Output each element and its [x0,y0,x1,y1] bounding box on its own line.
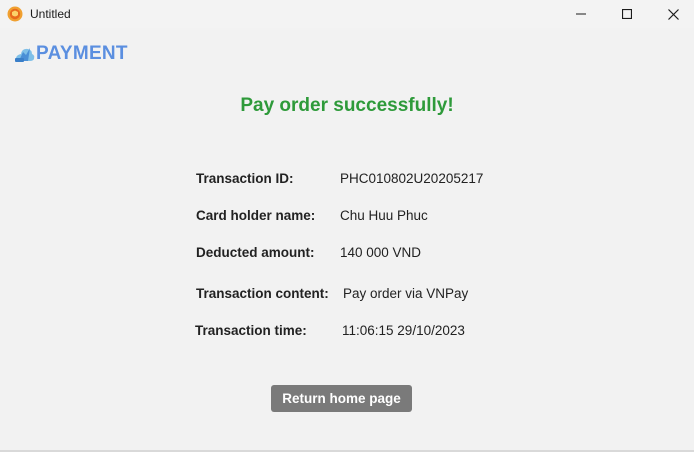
transaction-id-label: Transaction ID: [196,171,294,186]
payment-cloud-icon [15,48,35,62]
window-title: Untitled [30,7,71,21]
maximize-icon [622,9,632,19]
transaction-time-value: 11:06:15 29/10/2023 [342,323,465,338]
return-home-button[interactable]: Return home page [271,385,412,412]
minimize-button[interactable] [558,0,604,28]
card-holder-label: Card holder name: [196,208,316,223]
transaction-content-label: Transaction content: [196,286,329,301]
minimize-icon [576,13,586,15]
app-icon [7,6,23,22]
deducted-amount-label: Deducted amount: [196,245,315,260]
transaction-content-value: Pay order via VNPay [343,286,469,301]
brand-logo: PAYMENT [13,41,128,67]
close-button[interactable] [650,0,694,28]
title-bar: Untitled [0,0,694,28]
transaction-id-value: PHC010802U20205217 [340,171,484,186]
card-holder-value: Chu Huu Phuc [340,208,428,223]
brand-text: PAYMENT [36,43,128,64]
success-message: Pay order successfully! [240,95,454,116]
maximize-button[interactable] [604,0,650,28]
close-icon [667,8,679,20]
transaction-time-label: Transaction time: [195,323,307,338]
deducted-amount-value: 140 000 VND [340,245,422,260]
